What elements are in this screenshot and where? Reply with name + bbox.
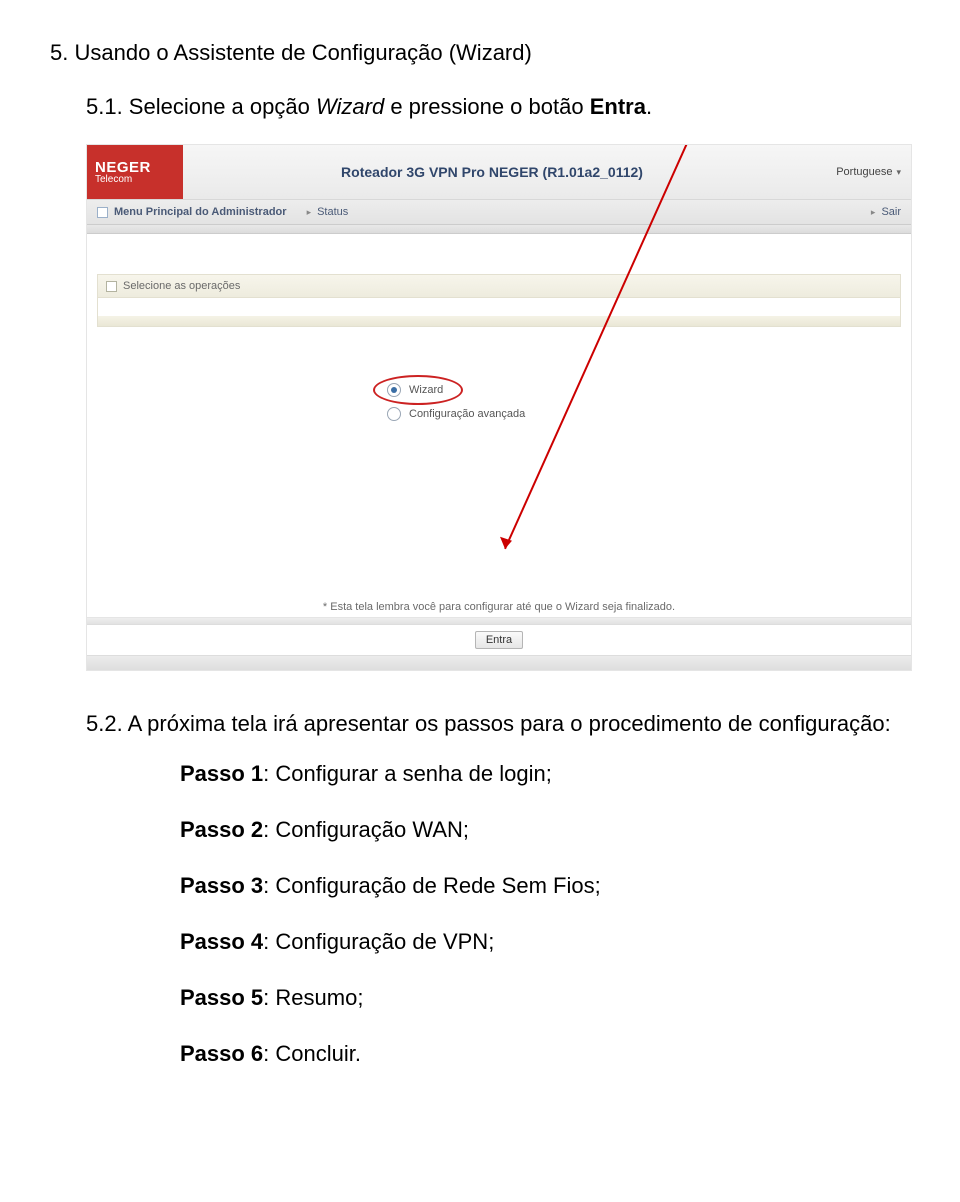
section-heading: 5. Usando o Assistente de Configuração (… — [50, 40, 910, 66]
step-1: Passo 1: Configurar a senha de login; — [180, 761, 910, 787]
step-4: Passo 4: Configuração de VPN; — [180, 929, 910, 955]
option-advanced[interactable]: Configuração avançada — [387, 407, 525, 421]
blank-strip — [87, 234, 911, 274]
select-operations-gradient — [98, 316, 900, 326]
step-6-text: : Concluir. — [263, 1041, 361, 1066]
footer-bar-2 — [87, 655, 911, 670]
language-selector[interactable]: Portuguese ▾ — [801, 145, 911, 199]
p1-suffix: . — [646, 94, 652, 119]
neger-logo: NEGER Telecom — [87, 145, 183, 199]
menu-main-label: Menu Principal do Administrador — [114, 206, 287, 218]
menu-exit[interactable]: ▸ Sair — [861, 200, 911, 224]
separator-bar — [87, 225, 911, 234]
select-operations-label: Selecione as operações — [123, 280, 240, 292]
chevron-down-icon: ▾ — [896, 167, 901, 178]
language-label: Portuguese — [836, 166, 892, 178]
router-title: Roteador 3G VPN Pro NEGER (R1.01a2_0112) — [183, 145, 801, 199]
menu-exit-label: Sair — [881, 206, 901, 218]
menu-main[interactable]: Menu Principal do Administrador — [87, 200, 297, 224]
square-icon — [97, 207, 108, 218]
radio-icon[interactable] — [387, 407, 401, 421]
step-6: Passo 6: Concluir. — [180, 1041, 910, 1067]
step-6-label: Passo 6 — [180, 1041, 263, 1066]
footer-bar — [87, 617, 911, 625]
step-1-text: : Configurar a senha de login; — [263, 761, 552, 786]
p1-mid: e pressione o botão — [384, 94, 589, 119]
menu-status-label: Status — [317, 206, 348, 218]
paragraph-5-2: 5.2. A próxima tela irá apresentar os pa… — [86, 711, 910, 737]
heading-text: Usando o Assistente de Configuração (Wiz… — [74, 40, 531, 65]
options-area: Wizard Configuração avançada — [87, 327, 911, 477]
step-2: Passo 2: Configuração WAN; — [180, 817, 910, 843]
option-advanced-label: Configuração avançada — [409, 408, 525, 420]
step-1-label: Passo 1 — [180, 761, 263, 786]
p1-wizard-italic: Wizard — [316, 94, 384, 119]
select-operations-header: Selecione as operações — [98, 275, 900, 298]
caret-right-icon: ▸ — [871, 207, 876, 218]
step-3-label: Passo 3 — [180, 873, 263, 898]
step-3-text: : Configuração de Rede Sem Fios; — [263, 873, 601, 898]
step-5-label: Passo 5 — [180, 985, 263, 1010]
step-4-label: Passo 4 — [180, 929, 263, 954]
step-2-label: Passo 2 — [180, 817, 263, 842]
step-5-text: : Resumo; — [263, 985, 363, 1010]
step-5: Passo 5: Resumo; — [180, 985, 910, 1011]
step-2-text: : Configuração WAN; — [263, 817, 469, 842]
heading-number: 5. — [50, 40, 68, 65]
button-row: Entra — [87, 625, 911, 655]
square-icon — [106, 281, 117, 292]
select-operations-panel: Selecione as operações — [97, 274, 901, 327]
p1-prefix: 5.1. Selecione a opção — [86, 94, 316, 119]
caret-right-icon: ▸ — [307, 207, 312, 218]
paragraph-5-1: 5.1. Selecione a opção Wizard e pression… — [86, 94, 910, 120]
screenshot-header: NEGER Telecom Roteador 3G VPN Pro NEGER … — [87, 145, 911, 200]
select-operations-body — [98, 298, 900, 316]
footer-note: * Esta tela lembra você para configurar … — [87, 597, 911, 617]
p1-entra-bold: Entra — [590, 94, 646, 119]
menu-status[interactable]: ▸ Status — [297, 200, 359, 224]
red-ellipse-annotation — [373, 375, 463, 405]
step-3: Passo 3: Configuração de Rede Sem Fios; — [180, 873, 910, 899]
steps-list: Passo 1: Configurar a senha de login; Pa… — [180, 761, 910, 1067]
entra-button[interactable]: Entra — [475, 631, 523, 649]
screenshot-footer: * Esta tela lembra você para configurar … — [87, 597, 911, 670]
menu-bar: Menu Principal do Administrador ▸ Status… — [87, 200, 911, 225]
router-screenshot: NEGER Telecom Roteador 3G VPN Pro NEGER … — [86, 144, 912, 671]
logo-line2: Telecom — [95, 174, 183, 185]
step-4-text: : Configuração de VPN; — [263, 929, 494, 954]
